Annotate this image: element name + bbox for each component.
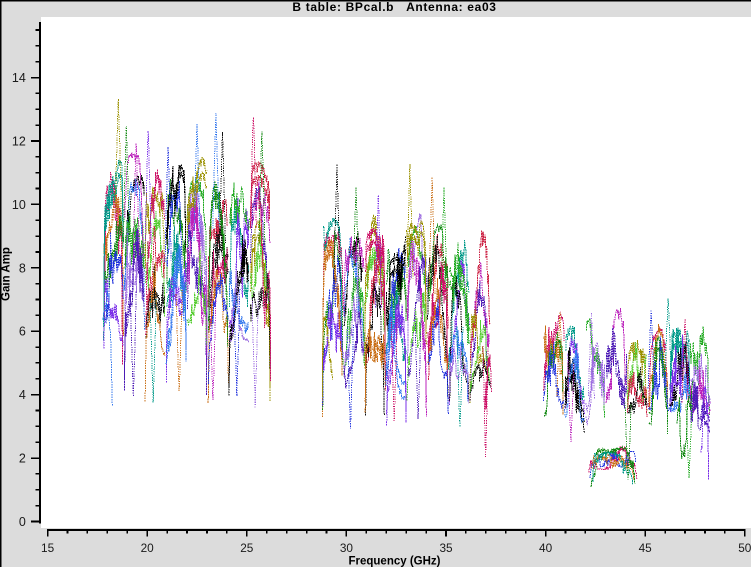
svg-text:4: 4 [19,388,26,402]
svg-text:40: 40 [539,541,553,555]
svg-text:Frequency (GHz): Frequency (GHz) [348,556,440,567]
svg-text:25: 25 [240,541,254,555]
svg-text:30: 30 [340,541,354,555]
svg-text:8: 8 [19,261,26,275]
svg-text:35: 35 [439,541,453,555]
svg-text:45: 45 [639,541,653,555]
svg-text:20: 20 [141,541,155,555]
svg-text:15: 15 [41,541,55,555]
svg-text:6: 6 [19,325,26,339]
svg-text:12: 12 [12,135,26,149]
svg-text:Gain Amp: Gain Amp [1,247,13,301]
svg-text:50: 50 [738,541,751,555]
svg-text:14: 14 [12,71,26,85]
svg-text:B table: BPcal.b Antenna: ea: B table: BPcal.b Antenna: ea03 [292,0,496,14]
svg-text:2: 2 [19,452,26,466]
svg-text:10: 10 [12,198,26,212]
svg-text:0: 0 [19,515,26,529]
